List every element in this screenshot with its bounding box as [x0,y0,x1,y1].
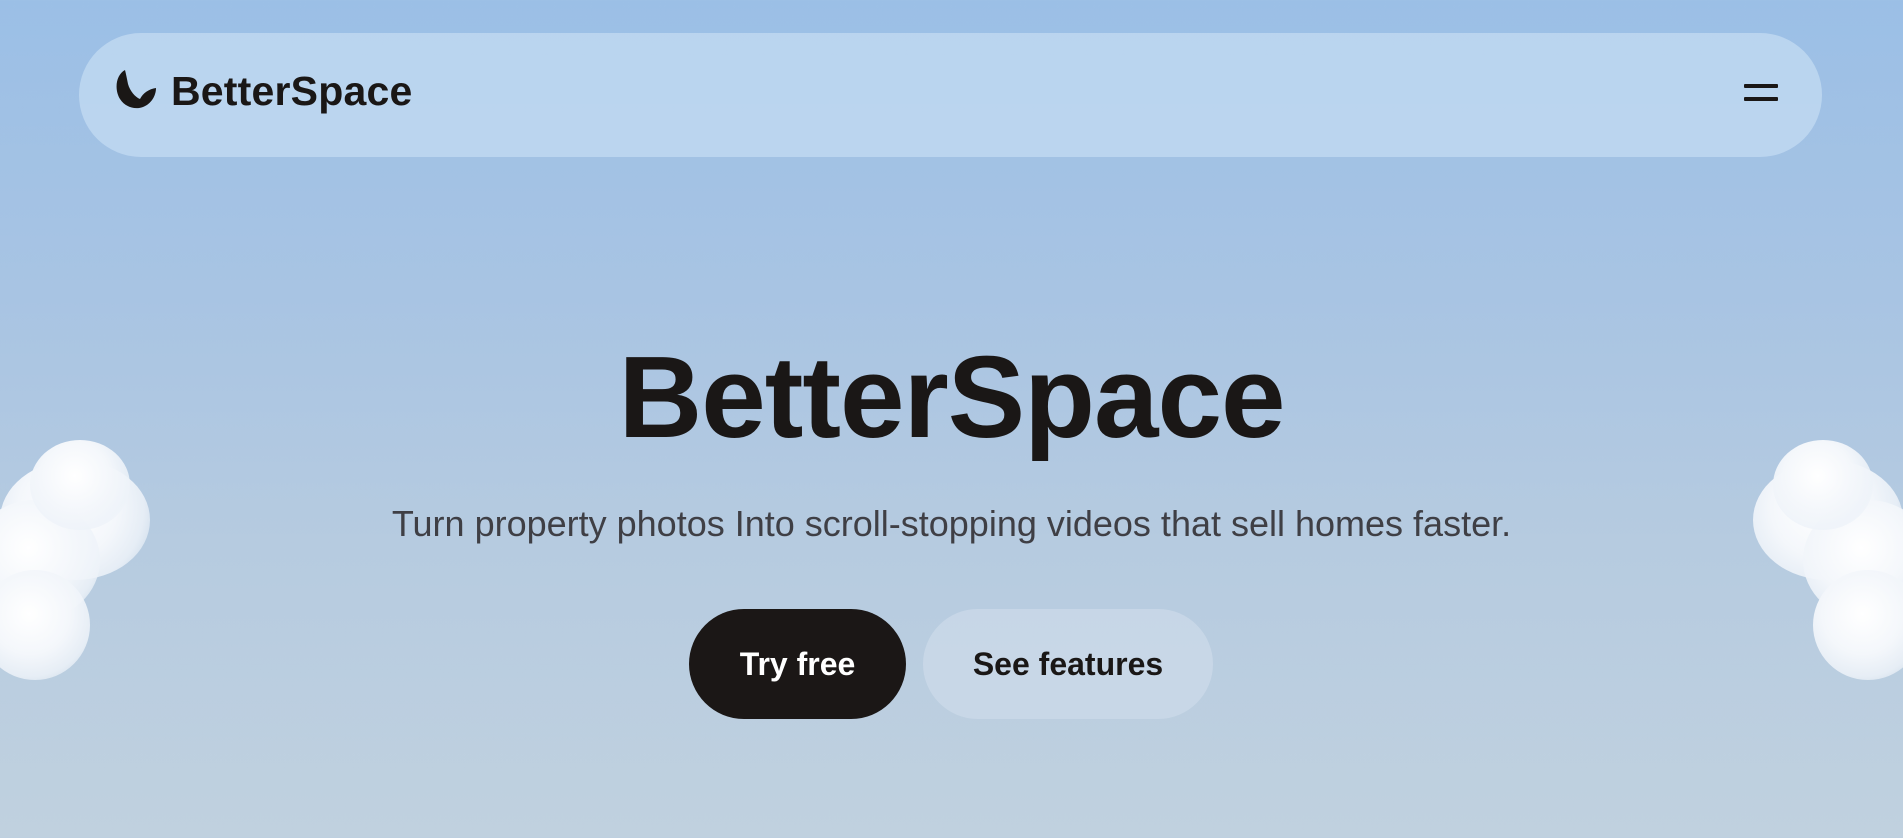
cloud-right-decoration [1743,440,1903,690]
top-navbar: BetterSpace [79,33,1822,157]
hero-subtitle: Turn property photos Into scroll-stoppin… [391,503,1512,544]
cloud-left-decoration [0,440,160,690]
try-free-button[interactable]: Try free [689,609,906,719]
see-features-button[interactable]: See features [923,609,1213,719]
leaf-logo-icon [116,70,156,109]
hero-title: BetterSpace [618,332,1286,462]
hamburger-menu-icon[interactable] [1744,77,1780,109]
brand-home-link[interactable]: BetterSpace [113,69,412,113]
brand-name: BetterSpace [171,68,413,114]
hero-actions: Try free See features [689,609,1213,719]
